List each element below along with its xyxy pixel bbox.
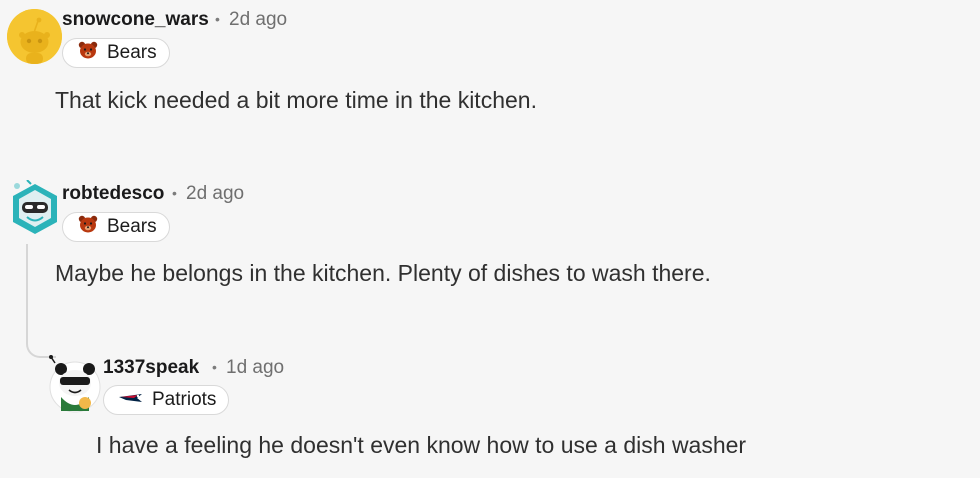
user-avatar[interactable]: [9, 179, 61, 238]
panda-avatar-icon: [49, 355, 101, 413]
separator-dot: •: [212, 359, 217, 375]
comment-body: I have a feeling he doesn't even know ho…: [96, 432, 747, 458]
comment-username[interactable]: 1337speak: [103, 357, 199, 379]
user-flair[interactable]: Patriots: [103, 385, 230, 415]
comment-body: That kick needed a bit more time in the …: [55, 87, 537, 113]
patriots-logo-icon: [118, 389, 144, 411]
bears-logo-icon: [77, 214, 99, 240]
user-avatar[interactable]: [7, 9, 62, 64]
separator-dot: •: [172, 185, 177, 201]
comment-timestamp[interactable]: 2d ago: [186, 183, 244, 205]
comment-username[interactable]: snowcone_wars: [62, 9, 209, 31]
snoo-avatar-icon: [7, 9, 62, 64]
comment-reply: 1337speak • 1d ago Patriots I have a fee…: [0, 345, 980, 478]
comment: snowcone_wars • 2d ago Bears That kick n…: [0, 0, 980, 160]
user-flair[interactable]: Bears: [62, 38, 170, 68]
flair-label: Bears: [107, 216, 157, 237]
user-flair[interactable]: Bears: [62, 212, 170, 242]
comment-timestamp[interactable]: 1d ago: [226, 357, 284, 379]
flair-label: Bears: [107, 42, 157, 63]
robot-avatar-icon: [13, 179, 57, 234]
user-avatar[interactable]: [47, 355, 103, 413]
comment-body: Maybe he belongs in the kitchen. Plenty …: [55, 260, 711, 286]
bears-logo-icon: [77, 40, 99, 66]
comment: robtedesco • 2d ago Bears Maybe he belon…: [0, 170, 980, 320]
comment-username[interactable]: robtedesco: [62, 183, 164, 205]
separator-dot: •: [215, 11, 220, 27]
flair-label: Patriots: [152, 389, 217, 410]
comment-timestamp[interactable]: 2d ago: [229, 9, 287, 31]
